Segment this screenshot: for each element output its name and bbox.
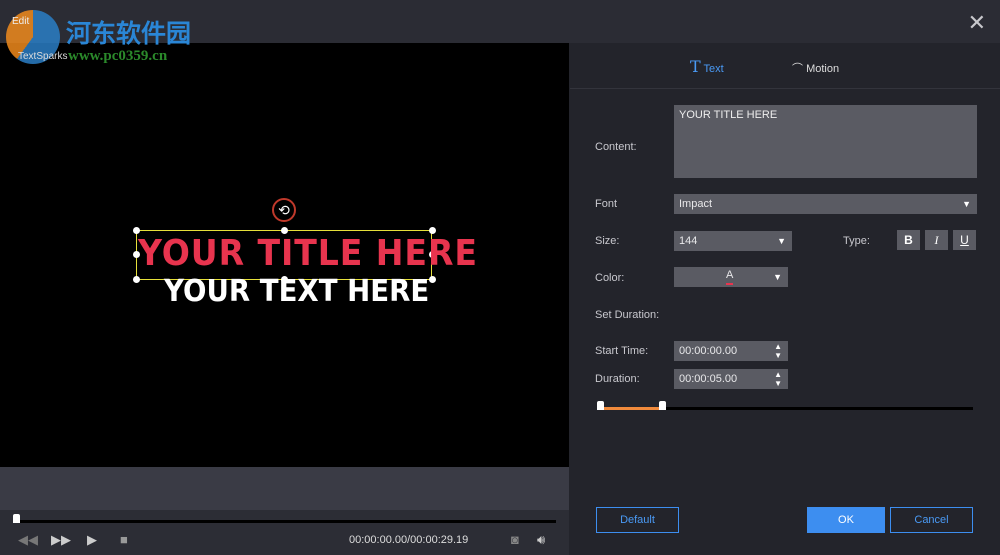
duration-input[interactable]: 00:00:05.00 ▲ ▼	[674, 369, 788, 389]
tab-motion-label: Motion	[806, 63, 840, 75]
cancel-button[interactable]: Cancel	[890, 507, 973, 533]
seek-bar[interactable]	[16, 520, 556, 523]
window-title: Edit	[12, 16, 30, 27]
watermark-url: www.pc0359.cn	[68, 48, 168, 64]
type-label: Type:	[843, 235, 870, 247]
rewind-icon[interactable]: ◀◀	[18, 532, 38, 548]
resize-handle[interactable]	[133, 276, 140, 283]
slider-start-handle[interactable]	[597, 401, 604, 410]
ok-button[interactable]: OK	[807, 507, 885, 533]
font-label: Font	[595, 198, 618, 210]
font-select[interactable]: Impact ▼	[674, 194, 977, 214]
player-controls	[0, 510, 569, 555]
window-subtitle: TextSparks	[18, 51, 68, 62]
underline-button[interactable]: U	[953, 230, 976, 250]
seek-knob[interactable]	[13, 514, 20, 523]
size-select[interactable]: 144 ▼	[674, 231, 792, 251]
chevron-down-icon: ▼	[777, 236, 786, 246]
chevron-down-icon: ▼	[962, 199, 971, 209]
duration-label: Duration:	[595, 373, 640, 385]
content-label: Content:	[595, 141, 637, 153]
default-button[interactable]: Default	[596, 507, 679, 533]
fast-forward-icon[interactable]: ▶▶	[51, 532, 71, 548]
time-display: 00:00:00.00/00:00:29.19	[349, 534, 469, 546]
timeline-area	[0, 467, 569, 510]
tab-text[interactable]: T Text	[690, 57, 724, 76]
size-value: 144	[679, 235, 698, 247]
duration-value: 00:00:05.00	[679, 373, 738, 385]
font-value: Impact	[679, 198, 713, 210]
watermark-name: 河东软件园	[66, 19, 192, 48]
chevron-down-icon: ▼	[773, 272, 782, 282]
size-label: Size:	[595, 235, 620, 247]
preview-title-text: YOUR TITLE HERE	[138, 233, 478, 274]
start-time-label: Start Time:	[595, 345, 649, 357]
play-icon[interactable]: ▶	[87, 532, 97, 548]
content-input[interactable]: YOUR TITLE HERE	[674, 105, 977, 178]
text-icon: T	[690, 57, 701, 76]
close-icon[interactable]: ✕	[968, 10, 986, 36]
rotate-handle-icon[interactable]: ⟲	[272, 198, 296, 222]
spinner-icon[interactable]: ▲ ▼	[774, 370, 782, 388]
tab-text-label: Text	[703, 63, 724, 75]
color-label: Color:	[595, 272, 625, 284]
color-value: A	[726, 267, 734, 285]
motion-icon: ⌒	[792, 63, 803, 75]
start-time-value: 00:00:00.00	[679, 345, 738, 357]
set-duration-label: Set Duration:	[595, 309, 660, 321]
spinner-icon[interactable]: ▲ ▼	[774, 342, 782, 360]
stop-icon[interactable]: ■	[120, 532, 128, 547]
bold-button[interactable]: B	[897, 230, 920, 250]
duration-slider-range	[600, 407, 662, 410]
volume-icon[interactable]: 🔊︎	[537, 532, 545, 548]
preview-body-text: YOUR TEXT HERE	[164, 274, 430, 309]
slider-end-handle[interactable]	[659, 401, 666, 410]
camera-icon[interactable]: ◙	[511, 532, 519, 547]
tab-motion[interactable]: ⌒ Motion	[792, 60, 839, 76]
italic-button[interactable]: I	[925, 230, 948, 250]
color-select[interactable]: A ▼	[674, 267, 788, 287]
resize-handle[interactable]	[429, 276, 436, 283]
start-time-input[interactable]: 00:00:00.00 ▲ ▼	[674, 341, 788, 361]
tab-bar	[570, 43, 1000, 89]
